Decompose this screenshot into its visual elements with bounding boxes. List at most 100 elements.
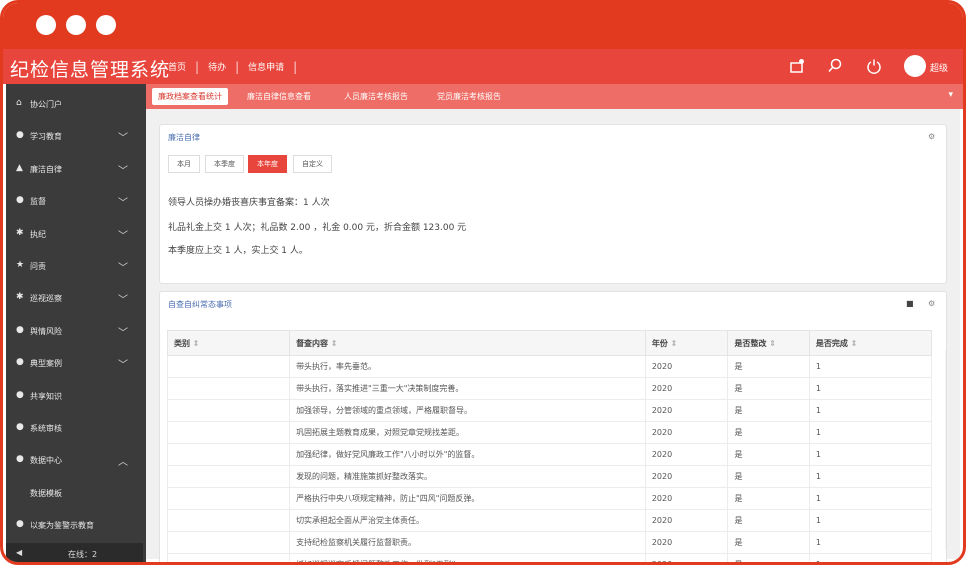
topnav-item[interactable]: 待办 — [208, 60, 226, 73]
power-icon[interactable] — [866, 58, 882, 74]
table-cell — [166, 553, 291, 562]
chevron-icon[interactable]: ︿ — [118, 453, 128, 468]
table-cell: 1 — [808, 355, 933, 378]
tab[interactable]: 党员廉洁考核报告 — [431, 88, 507, 105]
table-cell — [166, 465, 291, 488]
table-cell — [166, 377, 291, 400]
window-dot-icon[interactable] — [96, 15, 116, 35]
topnav-item[interactable]: 信息申请 — [248, 60, 284, 73]
chevron-icon[interactable]: ﹀ — [118, 324, 128, 339]
search-icon[interactable] — [827, 58, 843, 74]
sidebar-item[interactable]: ▲ 廉洁自律 ﹀ — [6, 157, 146, 181]
table-row[interactable]: 加强领导，分管领域的重点领域，严格履职督导。 2020 是 1 — [166, 399, 933, 422]
scrollbar[interactable] — [945, 350, 947, 550]
sort-icon[interactable]: ⇕ — [190, 339, 200, 348]
table-row[interactable]: 加强纪律，做好党风廉政工作"八小时以外"的监督。 2020 是 1 — [166, 443, 933, 466]
table-row[interactable]: 抓好巡视巡察反馈问题整改工作，做到"五到"。 2020 是 1 — [166, 553, 933, 562]
scrollbar-thumb[interactable] — [946, 372, 947, 408]
app-title: 纪检信息管理系统 — [10, 59, 171, 81]
inspection-table: 类别 ⇕ 督查内容 ⇕ 年份 ⇕ 是否整改 ⇕ 是否完成 ⇕ 带头执行，率先垂范。 202… — [166, 330, 933, 562]
settings-icon[interactable]: ⚙ — [928, 299, 935, 308]
table-cell: 是 — [727, 553, 810, 562]
filter-button[interactable]: 自定义 — [293, 155, 332, 173]
column-header[interactable]: 督查内容 ⇕ — [289, 330, 646, 356]
table-row[interactable]: 支持纪检监察机关履行监督职责。 2020 是 1 — [166, 531, 933, 554]
column-header[interactable]: 是否整改 ⇕ — [727, 330, 810, 356]
filter-button[interactable]: 本月 — [168, 155, 200, 173]
table-row[interactable]: 巩固拓展主题教育成果，对照党章党规找差距。 2020 是 1 — [166, 421, 933, 444]
window-dot-icon[interactable] — [36, 15, 56, 35]
sidebar-item[interactable]: ✱ 执纪 ﹀ — [6, 222, 146, 246]
sidebar-item[interactable]: ● 舆情风险 ﹀ — [6, 319, 146, 343]
column-header-label: 是否完成 — [815, 338, 848, 348]
sort-icon[interactable]: ⇕ — [328, 339, 338, 348]
sort-icon[interactable]: ⇕ — [668, 339, 678, 348]
filter-button-active[interactable]: 本年度 — [248, 155, 287, 173]
filter-button[interactable]: 本季度 — [205, 155, 244, 173]
table-row[interactable]: 带头执行，落实推进"三重一大"决策制度完善。 2020 是 1 — [166, 377, 933, 400]
user-icon: ● — [16, 324, 24, 335]
table-cell: 是 — [727, 531, 810, 554]
sidebar-item[interactable]: ● 监督 ﹀ — [6, 189, 146, 213]
chevron-icon[interactable]: ﹀ — [118, 129, 128, 144]
inspection-panel: 自查自纠常态事项 ■ ⚙ 类别 ⇕ 督查内容 ⇕ 年份 ⇕ 是否整改 ⇕ 是否完成 ⇕ … — [159, 291, 947, 562]
chevron-icon[interactable]: ﹀ — [118, 162, 128, 177]
table-cell: 2020 — [644, 355, 729, 378]
table-cell: 是 — [727, 355, 810, 378]
gear-icon: ✱ — [16, 227, 24, 238]
table-cell: 带头执行，落实推进"三重一大"决策制度完善。 — [289, 377, 646, 400]
tab-more-icon[interactable]: ▾ — [948, 90, 953, 100]
tab[interactable]: 人员廉洁考核报告 — [338, 88, 414, 105]
sidebar-item[interactable]: ● 典型案例 ﹀ — [6, 351, 146, 375]
chevron-icon[interactable]: ﹀ — [118, 356, 128, 371]
table-cell: 2020 — [644, 531, 729, 554]
tab-label: 廉政档案查看统计 — [158, 92, 222, 101]
sidebar-item[interactable]: ● 学习教育 ﹀ — [6, 124, 146, 148]
table-cell: 抓好巡视巡察反馈问题整改工作，做到"五到"。 — [289, 553, 646, 562]
chevron-icon[interactable]: ﹀ — [118, 194, 128, 209]
table-cell — [166, 421, 291, 444]
table-cell: 巩固拓展主题教育成果，对照党章党规找差距。 — [289, 421, 646, 444]
column-header[interactable]: 年份 ⇕ — [644, 330, 729, 356]
column-header[interactable]: 是否完成 ⇕ — [808, 330, 933, 356]
sidebar-item[interactable]: ⌂ 协公门户 — [6, 92, 146, 116]
avatar[interactable] — [904, 55, 926, 77]
sidebar-item[interactable]: ● 以案为鉴警示教育 — [6, 513, 146, 537]
top-nav: 首页 | 待办 | 信息申请 | — [168, 49, 306, 84]
sidebar-item-label: 以案为鉴警示教育 — [30, 521, 94, 531]
table-row[interactable]: 发现的问题，精准施策抓好整改落实。 2020 是 1 — [166, 465, 933, 488]
chevron-icon[interactable]: ﹀ — [118, 291, 128, 306]
record-icon[interactable]: ■ — [906, 299, 914, 308]
sidebar-item[interactable]: ✱ 巡视巡察 ﹀ — [6, 286, 146, 310]
sort-icon[interactable]: ⇕ — [766, 339, 776, 348]
collapse-icon[interactable]: ◀ — [16, 548, 22, 557]
sidebar-item[interactable]: ● 共享知识 — [6, 384, 146, 408]
table-cell — [166, 355, 291, 378]
table-row[interactable]: 带头执行，率先垂范。 2020 是 1 — [166, 355, 933, 378]
table-cell: 2020 — [644, 399, 729, 422]
sort-icon[interactable]: ⇕ — [848, 339, 858, 348]
user-icon: ● — [16, 519, 24, 530]
table-cell — [166, 443, 291, 466]
tab-active[interactable]: 廉政档案查看统计 — [152, 88, 228, 105]
topnav-item[interactable]: 首页 — [168, 60, 186, 73]
sidebar-item[interactable]: ● 系统审核 — [6, 416, 146, 440]
column-header[interactable]: 类别 ⇕ — [166, 330, 291, 356]
message-icon[interactable] — [789, 58, 805, 74]
window-dot-icon[interactable] — [66, 15, 86, 35]
stat-line: 礼品礼金上交 1 人次；礼品数 2.00 ，礼金 0.00 元，折合金额 123… — [168, 223, 467, 233]
tab[interactable]: 廉洁自律信息查看 — [241, 88, 317, 105]
sidebar-item-label: 典型案例 — [30, 359, 62, 369]
sidebar-item[interactable]: 数据模板 — [6, 481, 146, 505]
user-name[interactable]: 超级 — [930, 61, 948, 74]
chevron-icon[interactable]: ﹀ — [118, 227, 128, 242]
sidebar-item-label: 学习教育 — [30, 132, 62, 142]
settings-icon[interactable]: ⚙ — [928, 132, 935, 141]
table-row[interactable]: 切实承担起全面从严治党主体责任。 2020 是 1 — [166, 509, 933, 532]
sidebar-item[interactable]: ● 数据中心 ︿ — [6, 448, 146, 472]
chevron-icon[interactable]: ﹀ — [118, 259, 128, 274]
sidebar-item-label: 数据中心 — [30, 456, 62, 466]
sidebar-item[interactable]: ★ 问责 ﹀ — [6, 254, 146, 278]
table-row[interactable]: 严格执行中央八项规定精神，防止"四风"问题反弹。 2020 是 1 — [166, 487, 933, 510]
table-cell: 1 — [808, 487, 933, 510]
